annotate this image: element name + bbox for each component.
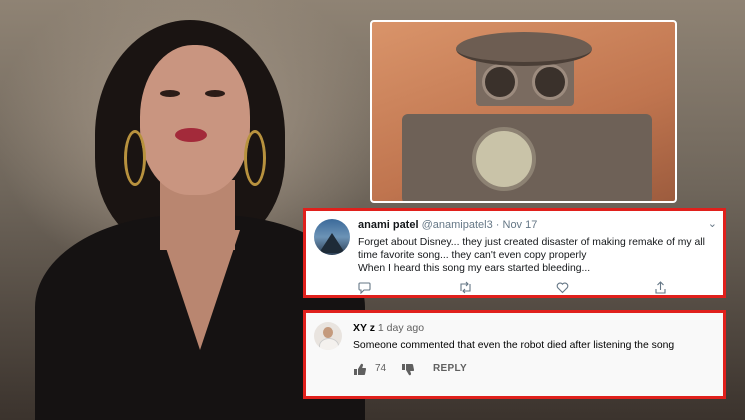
comment-author-name[interactable]: XY z	[353, 322, 375, 334]
robot-eye-right	[532, 64, 568, 100]
woman-neckline	[160, 230, 240, 350]
comment-header: XY z 1 day ago	[353, 322, 424, 334]
retweet-icon[interactable]	[458, 281, 473, 297]
thumbs-up-icon[interactable]	[353, 363, 367, 379]
woman-eye-right	[205, 90, 225, 97]
tweet-text: Forget about Disney... they just created…	[358, 236, 718, 275]
mountain-icon	[319, 233, 345, 253]
earring-right	[244, 130, 266, 186]
share-icon[interactable]	[654, 281, 667, 297]
chevron-down-icon[interactable]: ⌄	[708, 217, 717, 230]
tweet-line: When I heard this song my ears started b…	[358, 263, 591, 274]
tweet-author-name[interactable]: anami patel	[358, 219, 419, 231]
like-count: 74	[375, 363, 387, 374]
woman-face	[140, 45, 250, 195]
robot-hat	[456, 32, 592, 66]
heart-icon[interactable]	[556, 281, 569, 297]
woman-eye-left	[160, 90, 180, 97]
tweet-line: Forget about Disney... they just created…	[358, 237, 705, 248]
woman-lips	[175, 128, 207, 142]
tweet-actions	[358, 281, 668, 295]
thumbs-down-icon[interactable]	[401, 363, 415, 379]
comment-text: Someone commented that even the robot di…	[353, 340, 675, 351]
reply-button[interactable]: REPLY	[433, 363, 467, 374]
tweet-separator: ·	[495, 219, 500, 231]
avatar-body	[319, 338, 339, 350]
tweet-avatar[interactable]	[314, 219, 350, 255]
tweet-card: anami patel @anamipatel3 · Nov 17 ⌄ Forg…	[303, 208, 726, 298]
comment-time[interactable]: 1 day ago	[378, 322, 424, 334]
reply-icon[interactable]	[358, 281, 371, 297]
robot-image	[370, 20, 677, 203]
comment-avatar[interactable]	[314, 322, 342, 350]
tweet-handle[interactable]: @anamipatel3	[422, 219, 493, 231]
tweet-header: anami patel @anamipatel3 · Nov 17	[358, 219, 537, 231]
tweet-line: time favorite song... they can't even co…	[358, 250, 587, 261]
robot-eye-left	[482, 64, 518, 100]
earring-left	[124, 130, 146, 186]
tweet-date[interactable]: Nov 17	[503, 219, 538, 231]
avatar-head	[323, 327, 333, 338]
youtube-comment-card: XY z 1 day ago Someone commented that ev…	[303, 310, 726, 399]
robot-dial	[472, 127, 536, 191]
